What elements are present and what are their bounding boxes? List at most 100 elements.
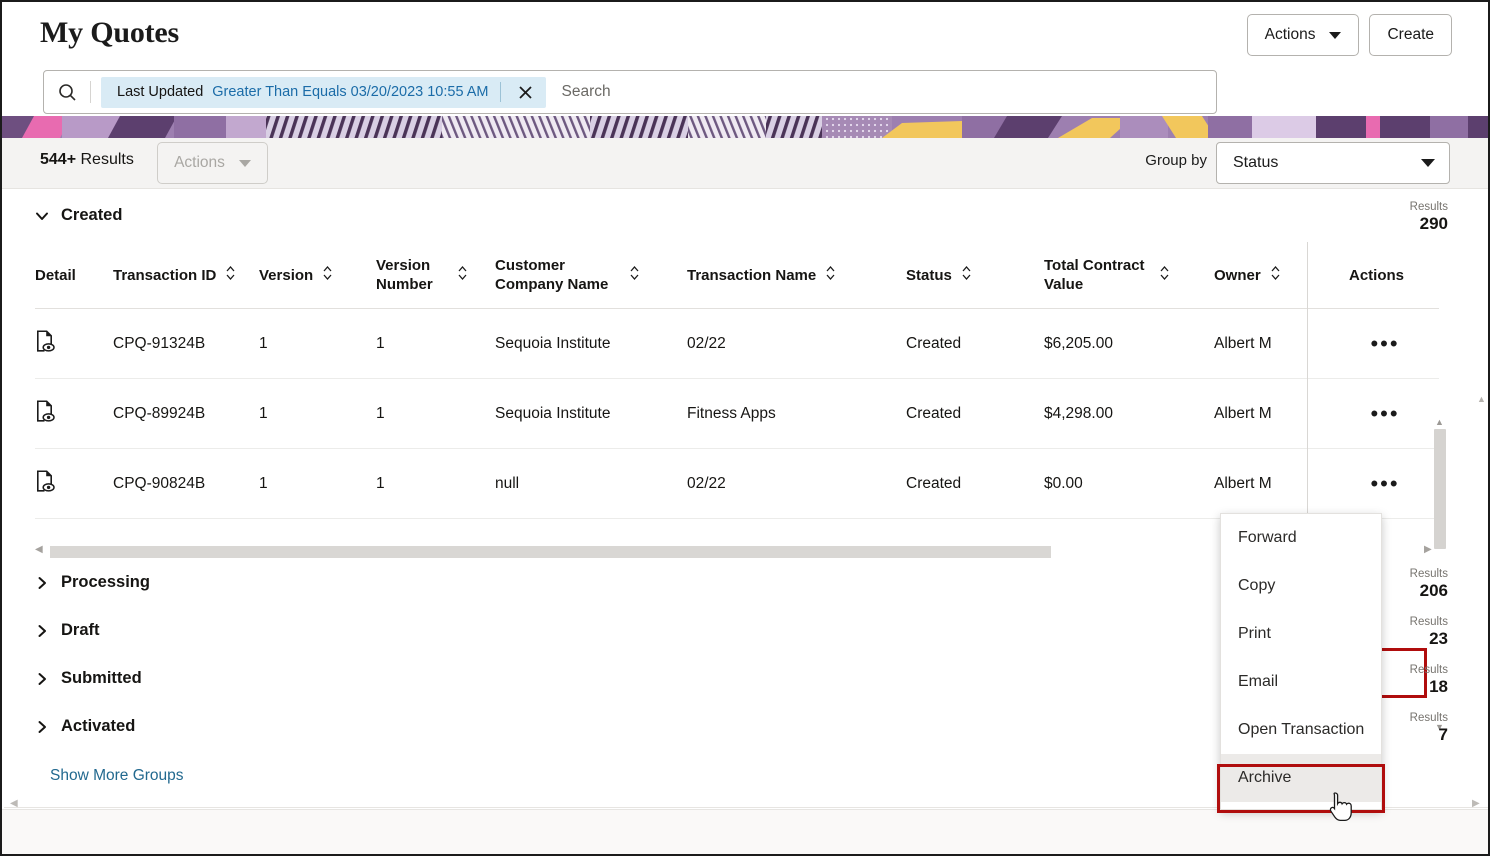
header-actions-label: Actions [1265,26,1316,44]
sort-icon[interactable] [1270,265,1281,286]
menu-item-forward[interactable]: Forward [1221,514,1381,562]
cell-detail[interactable] [35,329,113,358]
sort-icon[interactable] [225,265,236,286]
show-more-groups-link[interactable]: Show More Groups [50,767,184,785]
column-label: Transaction Name [687,266,816,285]
menu-item-email[interactable]: Email [1221,658,1381,706]
document-view-icon[interactable] [35,410,57,427]
actions-column-divider [1307,242,1308,532]
cell-actions[interactable]: ••• [1337,399,1439,429]
table-row[interactable]: CPQ-90824B 1 1 null 02/22 Created $0.00 … [35,449,1439,519]
results-label: Results [1410,616,1448,629]
sort-icon[interactable] [629,265,640,286]
column-header-total-contract-value[interactable]: Total Contract Value [1044,256,1214,294]
page-footer [2,809,1488,855]
menu-item-copy[interactable]: Copy [1221,562,1381,610]
filter-chip[interactable]: Last Updated Greater Than Equals 03/20/2… [101,77,546,108]
filter-chip-divider [500,82,501,102]
column-label: Version Number [376,256,448,294]
column-header-status[interactable]: Status [906,265,1044,286]
column-label: Owner [1214,266,1261,285]
document-view-icon[interactable] [35,340,57,357]
table-row[interactable]: CPQ-89924B 1 1 Sequoia Institute Fitness… [35,379,1439,449]
group-header-processing[interactable]: Processing [35,573,150,592]
column-header-version[interactable]: Version [259,265,376,286]
column-label: Detail [35,266,76,285]
search-icon [44,83,90,102]
results-value: 23 [1410,629,1448,649]
menu-item-open-transaction[interactable]: Open Transaction [1221,706,1381,754]
search-input[interactable] [560,76,1217,108]
chevron-right-icon [35,672,48,685]
menu-item-print[interactable]: Print [1221,610,1381,658]
cell-customer-company-name: Sequoia Institute [495,405,687,423]
table-vertical-scrollbar[interactable] [1434,429,1446,549]
search-bar[interactable]: Last Updated Greater Than Equals 03/20/2… [43,70,1217,114]
chevron-right-icon [35,720,48,733]
group-name: Submitted [61,669,142,688]
cell-total-contract-value: $4,298.00 [1044,405,1214,423]
scroll-left-arrow-icon[interactable]: ◀ [35,544,43,555]
column-header-detail: Detail [35,266,113,285]
cell-version-number: 1 [376,335,495,353]
results-table: Detail Transaction ID Version Version Nu… [35,242,1439,519]
filter-chip-field: Last Updated [117,84,203,100]
overflow-menu-icon[interactable]: ••• [1363,399,1407,429]
sort-icon[interactable] [457,265,468,286]
header-actions-button[interactable]: Actions [1247,14,1360,56]
scroll-up-arrow-icon[interactable]: ▲ [1477,394,1486,404]
sort-icon[interactable] [322,265,333,286]
group-header-submitted[interactable]: Submitted [35,669,142,688]
column-label: Total Contract Value [1044,256,1150,294]
toolbar-actions-button[interactable]: Actions [157,142,268,184]
page-scroll-left-arrow-icon[interactable]: ◀ [10,798,18,809]
column-label: Actions [1349,266,1404,285]
group-header-created[interactable]: Created [35,206,122,225]
column-header-transaction-name[interactable]: Transaction Name [687,265,906,286]
cell-actions[interactable]: ••• [1337,329,1439,359]
cell-detail[interactable] [35,399,113,428]
cell-actions[interactable]: ••• [1337,469,1439,499]
results-count-label: Results [81,151,134,168]
column-header-transaction-id[interactable]: Transaction ID [113,265,259,286]
sort-icon[interactable] [1159,265,1170,286]
scrollbar-thumb[interactable] [50,546,1051,558]
cell-transaction-id: CPQ-90824B [113,475,259,493]
archive-menu-item-highlight [1217,764,1385,813]
group-header-draft[interactable]: Draft [35,621,100,640]
chevron-down-icon [1329,32,1341,39]
toolbar-actions-label: Actions [174,154,225,172]
results-label: Results [1410,664,1448,677]
column-header-owner[interactable]: Owner [1214,265,1337,286]
table-scroll-up-arrow-icon[interactable]: ▲ [1435,417,1444,427]
results-value: 7 [1410,725,1448,745]
column-header-version-number[interactable]: Version Number [376,256,495,294]
sort-icon[interactable] [825,265,836,286]
group-header-activated[interactable]: Activated [35,717,135,736]
column-header-actions: Actions [1337,266,1439,285]
page-scroll-right-arrow-icon[interactable]: ▶ [1472,798,1480,809]
table-row[interactable]: CPQ-91324B 1 1 Sequoia Institute 02/22 C… [35,309,1439,379]
results-count: 544+ Results [40,151,134,169]
page-header: My Quotes Actions Create Last Updated Gr… [2,2,1488,114]
cell-total-contract-value: $0.00 [1044,475,1214,493]
column-header-customer-company-name[interactable]: Customer Company Name [495,256,687,294]
filter-chip-condition: Greater Than Equals 03/20/2023 10:55 AM [212,84,488,100]
results-count-value: 544+ [40,151,76,168]
cell-transaction-name: 02/22 [687,475,906,493]
column-label: Status [906,266,952,285]
cell-total-contract-value: $6,205.00 [1044,335,1214,353]
close-icon[interactable] [510,77,542,108]
cell-owner: Albert M [1214,405,1337,423]
document-view-icon[interactable] [35,480,57,497]
create-button[interactable]: Create [1369,14,1452,56]
group-by-select[interactable]: Status [1216,142,1450,184]
cell-detail[interactable] [35,469,113,498]
overflow-menu-icon[interactable]: ••• [1363,469,1407,499]
cell-version: 1 [259,335,376,353]
scroll-right-arrow-icon[interactable]: ▶ [1424,544,1432,555]
cell-status: Created [906,335,1044,353]
overflow-menu-icon[interactable]: ••• [1363,329,1407,359]
sort-icon[interactable] [961,265,972,286]
chevron-down-icon [35,209,48,222]
